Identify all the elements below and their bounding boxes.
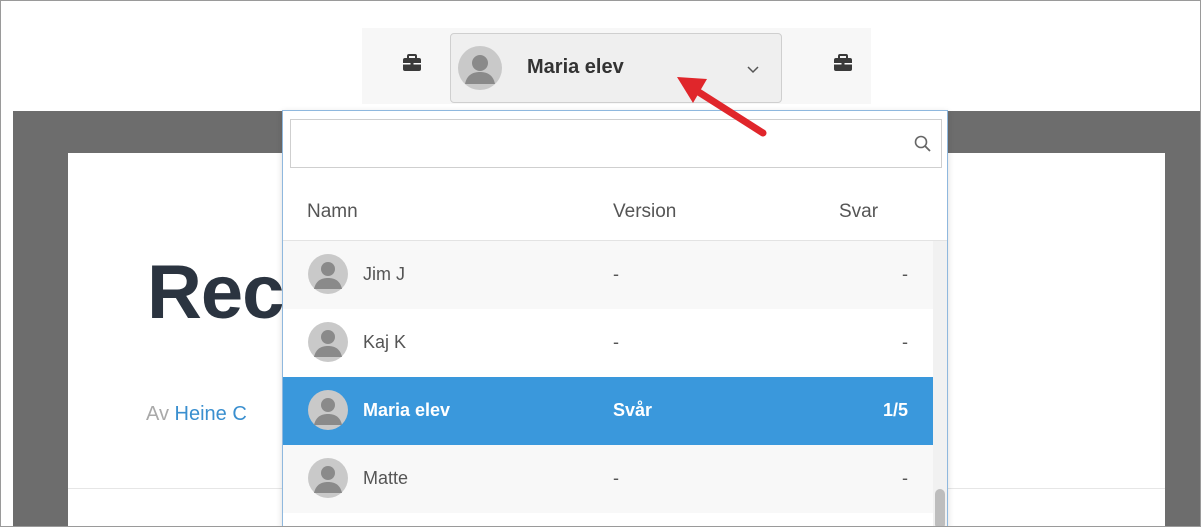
user-answer: - [902,264,908,284]
user-row[interactable]: Matte - - [283,445,933,513]
user-row[interactable]: Jim J - - [283,241,933,309]
user-version: - [613,468,619,488]
column-header-answer[interactable]: Svar [839,201,878,223]
user-version: - [613,264,619,284]
user-avatar-icon [308,322,348,362]
selected-user-name: Maria elev [527,56,624,78]
user-answer: - [902,332,908,352]
scrollbar[interactable] [933,241,947,526]
user-avatar-icon [308,254,348,294]
scrollbar-thumb[interactable] [935,489,945,526]
app-window: Rec Av Heine C Maria elev Namn Version S… [0,0,1201,527]
byline-prefix: Av [146,403,169,425]
user-version: Svår [613,400,653,420]
author-link[interactable]: Heine C [175,403,247,425]
user-name: Jim J [363,264,405,284]
column-header-version[interactable]: Version [613,201,676,223]
user-row-selected[interactable]: Maria elev Svår 1/5 [283,377,933,445]
user-avatar-icon [308,458,348,498]
search-input[interactable] [291,120,891,167]
column-header-name[interactable]: Namn [307,201,358,223]
search-field[interactable] [290,119,942,168]
user-answer: 1/5 [882,400,908,420]
user-name: Maria elev [363,400,451,420]
user-list: Jim J - - Kaj K - - Maria elev Svår 1/5 … [283,241,933,513]
annotation-arrow-icon [677,77,767,137]
user-avatar-icon [458,46,502,90]
search-icon[interactable] [913,134,933,154]
page-title: Rec [147,250,284,335]
user-dropdown: Namn Version Svar Jim J - - Kaj K - - Ma… [282,110,948,526]
user-name: Matte [363,468,409,488]
user-version: - [613,332,619,352]
user-name: Kaj K [363,332,407,352]
user-answer: - [902,468,908,488]
user-avatar-icon [308,390,348,430]
briefcase-icon[interactable] [402,53,422,73]
byline: Av Heine C [146,403,247,426]
briefcase-icon[interactable] [833,53,853,73]
user-row[interactable]: Kaj K - - [283,309,933,377]
